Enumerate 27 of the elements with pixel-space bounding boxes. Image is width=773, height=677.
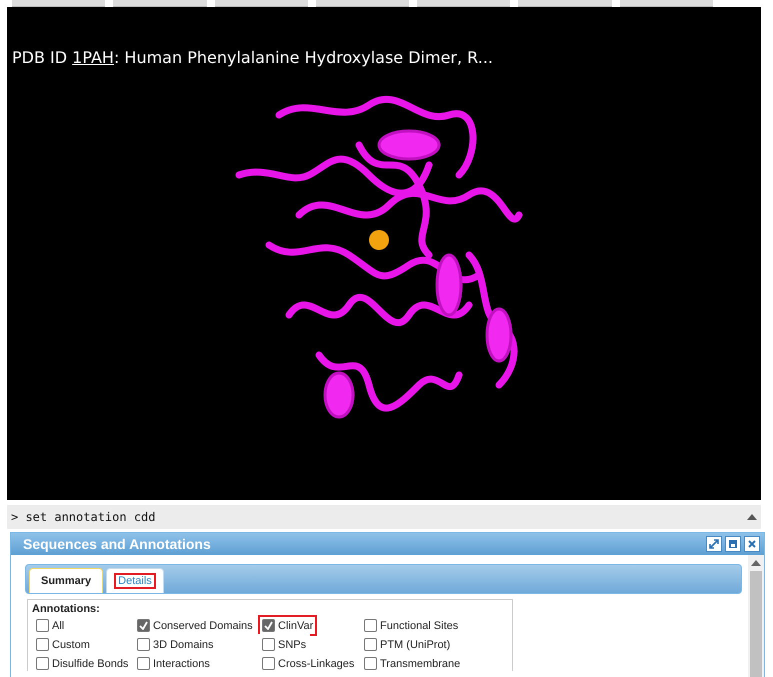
expand-icon bbox=[709, 539, 719, 549]
console-line: > set annotation cdd bbox=[11, 510, 156, 524]
expand-button[interactable] bbox=[706, 536, 722, 552]
toolbar-tab-edge[interactable] bbox=[518, 0, 612, 7]
molecule-viewer[interactable]: PDB ID 1PAH: Human Phenylalanine Hydroxylase Dimer, R... bbox=[7, 7, 761, 500]
annotation-checkbox[interactable]: ClinVar bbox=[258, 615, 318, 636]
pdb-id-link[interactable]: 1PAH bbox=[72, 48, 114, 67]
tab[interactable]: Summary bbox=[29, 568, 104, 593]
tab[interactable]: Details bbox=[106, 568, 164, 593]
scroll-up-icon[interactable] bbox=[751, 559, 761, 567]
command-console[interactable]: > set annotation cdd bbox=[7, 505, 761, 529]
toolbar-tab-edge[interactable] bbox=[214, 0, 308, 7]
check-icon bbox=[264, 621, 273, 630]
close-button[interactable] bbox=[744, 536, 760, 552]
save-button[interactable] bbox=[725, 536, 741, 552]
check-icon bbox=[139, 621, 148, 630]
toolbar-tab-edge[interactable] bbox=[620, 0, 713, 7]
scroll-up-icon[interactable] bbox=[747, 514, 757, 520]
toolbar-tab-edge[interactable] bbox=[316, 0, 410, 7]
toolbar-tab-edge[interactable] bbox=[12, 0, 106, 7]
close-icon bbox=[747, 539, 757, 549]
toolbar-tab-edge[interactable] bbox=[113, 0, 207, 7]
group-legend: Annotations: bbox=[32, 603, 508, 615]
toolbar-tab-edge[interactable] bbox=[417, 0, 510, 7]
structure-title: PDB ID 1PAH: Human Phenylalanine Hydroxylase Dimer, R... bbox=[12, 48, 493, 67]
scrollbar[interactable] bbox=[748, 555, 764, 677]
dialog-title: Sequences and Annotations bbox=[23, 536, 211, 552]
